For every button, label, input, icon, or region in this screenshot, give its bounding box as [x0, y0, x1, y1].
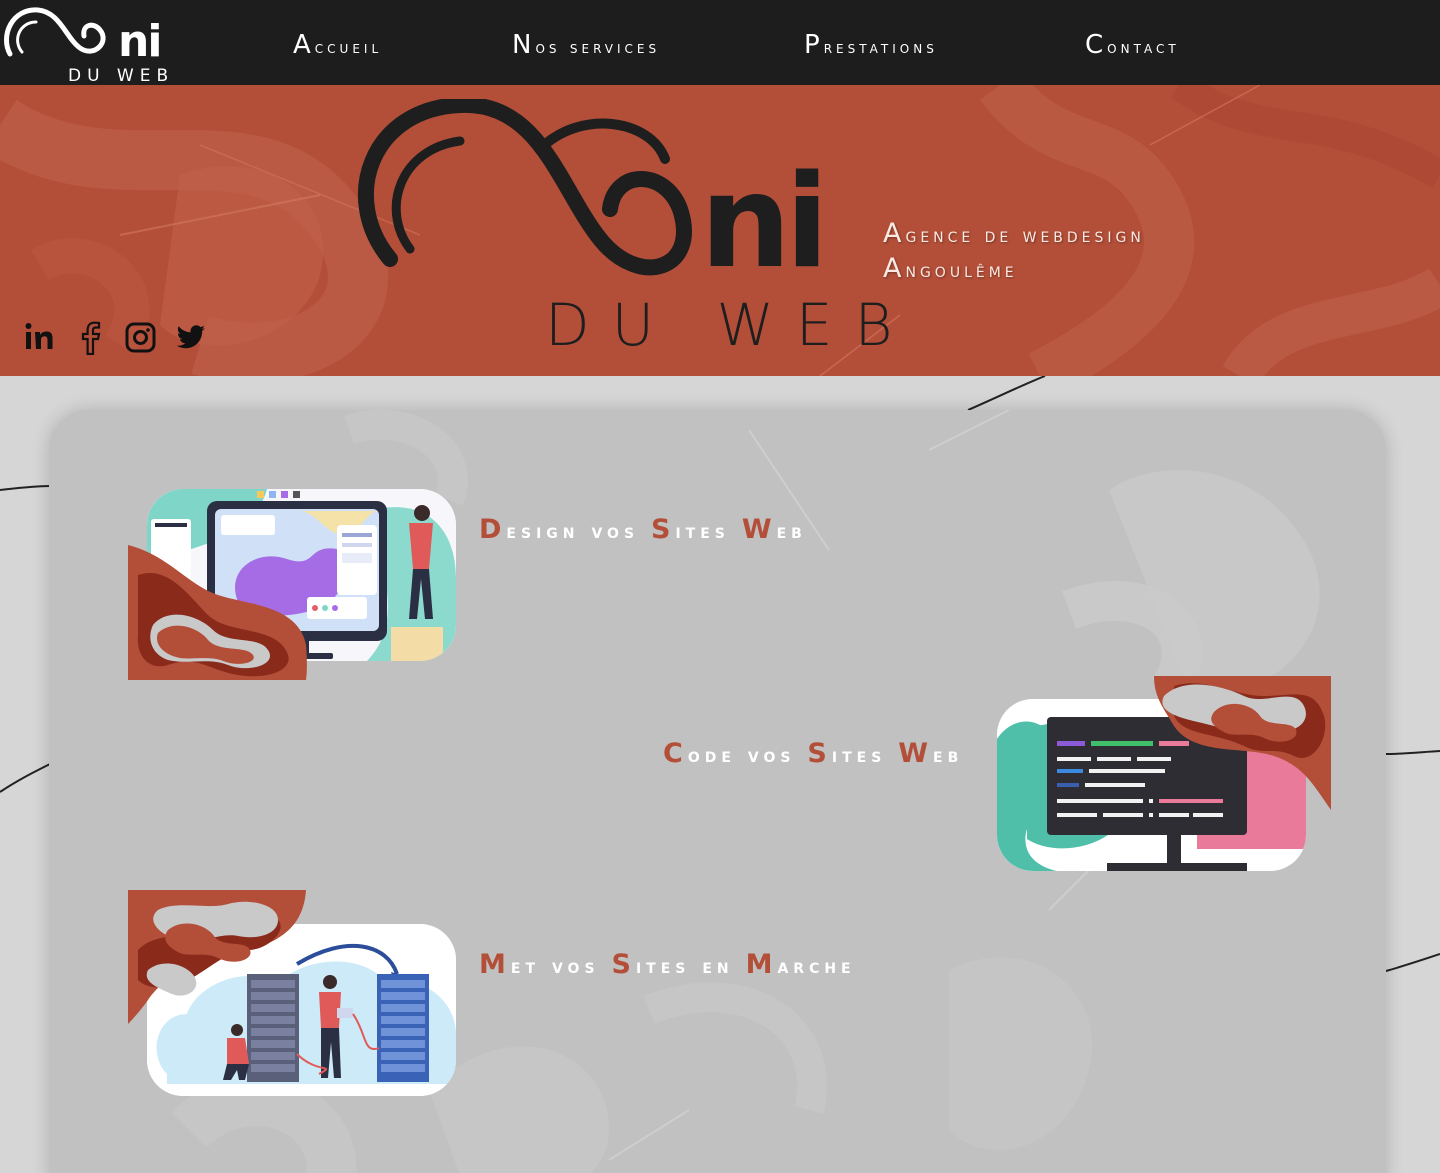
tagline-line-2: Angoulême	[883, 253, 1018, 284]
service-title-marche: Met vos Sites en Marche	[479, 949, 856, 980]
facebook-link[interactable]	[74, 319, 108, 356]
twitter-link[interactable]	[174, 319, 208, 355]
hero-banner: ni DU WEB Agence de webdesign Angoulême	[0, 85, 1440, 376]
tagline-line-1: Agence de webdesign	[883, 218, 1145, 249]
hero-logo-main: ni	[700, 148, 829, 297]
header-logo-subtitle: DU WEB	[68, 66, 175, 86]
design-accent-blob	[128, 545, 307, 680]
hero-logo-subtitle: DU WEB	[545, 291, 915, 359]
hero-tagline: Agence de webdesign Angoulême	[883, 217, 1145, 287]
twitter-icon	[176, 325, 205, 349]
social-links	[24, 319, 208, 356]
header-logo-main: ni	[118, 16, 162, 67]
facebook-icon	[81, 321, 101, 356]
linkedin-link[interactable]	[24, 319, 58, 355]
header-logo[interactable]: ni DU WEB	[2, 2, 178, 86]
deploy-accent-blob	[128, 890, 306, 1024]
code-accent-blob	[1154, 676, 1331, 810]
instagram-link[interactable]	[124, 319, 158, 355]
linkedin-icon	[25, 323, 53, 349]
hero-logo: ni DU WEB	[350, 99, 893, 369]
nav-nos-services[interactable]: Nos services	[512, 30, 660, 60]
services-panel: Design vos Sites Web Code vos Sites Web	[49, 410, 1386, 1173]
service-title-code: Code vos Sites Web	[663, 738, 964, 769]
top-navigation-bar: ni DU WEB Accueil Nos services Prestatio…	[0, 0, 1440, 86]
nav-accueil[interactable]: Accueil	[293, 30, 382, 60]
service-title-design: Design vos Sites Web	[479, 514, 807, 545]
instagram-icon	[125, 322, 156, 353]
nav-prestations[interactable]: Prestations	[804, 30, 938, 60]
nav-contact[interactable]: Contact	[1085, 30, 1180, 60]
